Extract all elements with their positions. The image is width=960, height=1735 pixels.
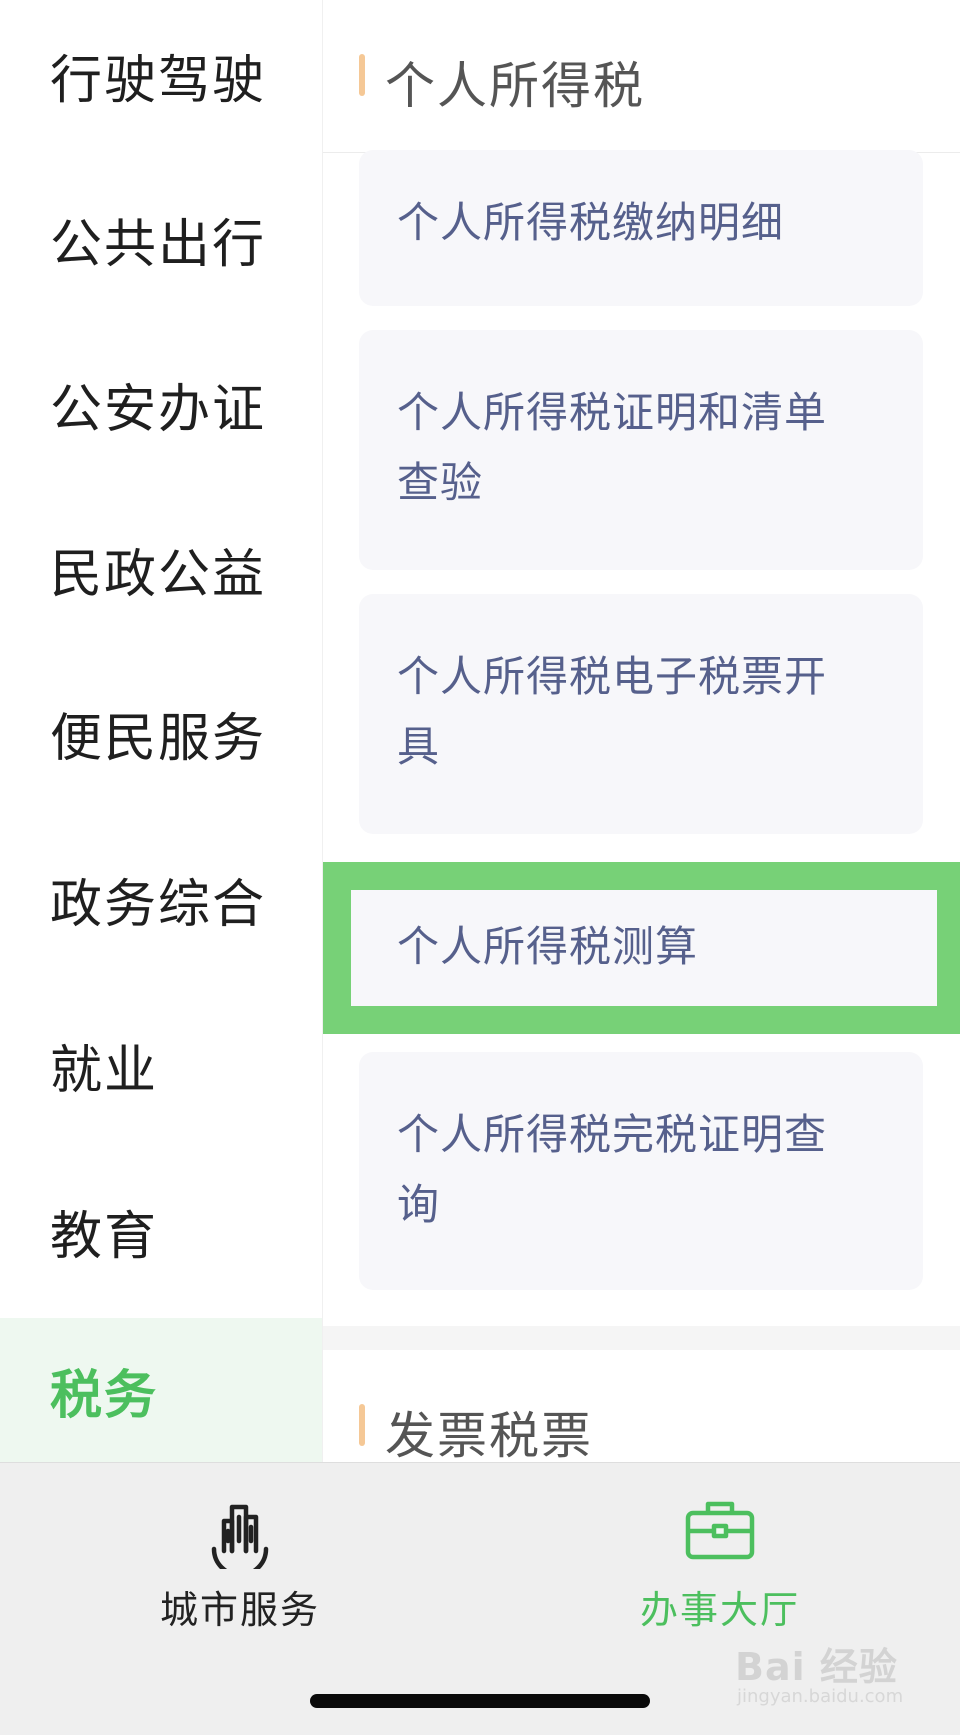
section-title: 发票税票 <box>385 1407 593 1462</box>
screen: 行驶驾驶 公共出行 公安办证 民政公益 便民服务 政务综合 就业 教育 税务 个… <box>0 0 960 1735</box>
tab-label: 城市服务 <box>159 1588 320 1632</box>
section-accent-bar <box>359 1404 365 1446</box>
city-buildings-icon <box>211 1504 269 1569</box>
service-item-tax-payment-details[interactable]: 个人所得税缴纳明细 <box>359 150 923 306</box>
sidebar-item-civil-affairs[interactable]: 民政公益 <box>0 498 322 640</box>
sidebar-item-label: 民政公益 <box>50 544 267 605</box>
baidu-jingyan-watermark: Bai 经验 jingyan.baidu.com <box>735 1636 935 1720</box>
service-item-tax-certificate-verification[interactable]: 个人所得税证明和清单查验 <box>359 330 923 570</box>
section-personal-income-tax: 个人所得税 个人所得税缴纳明细 个人所得税证明和清单查验 个人所得税电子税票开具… <box>323 0 960 1326</box>
section-invoices: 发票税票 <box>323 1350 960 1462</box>
sidebar-item-education[interactable]: 教育 <box>0 1160 322 1302</box>
sidebar-item-employment[interactable]: 就业 <box>0 994 322 1136</box>
sidebar-item-police-certificates[interactable]: 公安办证 <box>0 333 322 475</box>
section-accent-bar <box>359 54 365 96</box>
section-title: 个人所得税 <box>385 57 645 115</box>
tab-city-services[interactable]: 城市服务 <box>90 1493 390 1643</box>
sidebar-item-label: 就业 <box>50 1040 159 1101</box>
section-header: 个人所得税 <box>323 0 960 153</box>
sidebar-item-label: 公安办证 <box>50 379 267 440</box>
sidebar-item-label: 教育 <box>50 1206 159 1267</box>
sidebar-item-label: 税务 <box>50 1365 159 1426</box>
service-item-electronic-tax-receipt[interactable]: 个人所得税电子税票开具 <box>359 594 923 834</box>
home-indicator[interactable] <box>310 1694 650 1708</box>
service-item-tax-calculation[interactable]: 个人所得税测算 <box>351 890 937 1006</box>
service-item-label: 个人所得税缴纳明细 <box>397 198 785 247</box>
sidebar-item-label: 政务综合 <box>50 874 267 935</box>
sidebar-item-taxation[interactable]: 税务 <box>0 1318 322 1462</box>
tab-service-hall[interactable]: 办事大厅 <box>570 1493 870 1643</box>
sidebar-item-public-transit[interactable]: 公共出行 <box>0 168 322 310</box>
sidebar-item-label: 便民服务 <box>50 708 267 769</box>
sidebar-item-convenience-services[interactable]: 便民服务 <box>0 662 322 804</box>
briefcase-icon <box>685 1501 755 1560</box>
category-sidebar: 行驶驾驶 公共出行 公安办证 民政公益 便民服务 政务综合 就业 教育 税务 <box>0 0 323 1462</box>
sidebar-item-label: 公共出行 <box>50 214 267 275</box>
sidebar-item-government-affairs[interactable]: 政务综合 <box>0 828 322 970</box>
service-list-panel: 个人所得税 个人所得税缴纳明细 个人所得税证明和清单查验 个人所得税电子税票开具… <box>323 0 960 1462</box>
highlight-box: 个人所得税测算 <box>323 862 960 1034</box>
service-item-label: 个人所得税电子税票开具 <box>397 652 828 771</box>
service-item-label: 个人所得税完税证明查询 <box>397 1110 828 1229</box>
service-item-label: 个人所得税测算 <box>397 922 699 971</box>
sidebar-item-label: 行驶驾驶 <box>50 50 267 111</box>
service-item-tax-clearance-query[interactable]: 个人所得税完税证明查询 <box>359 1052 923 1290</box>
watermark-brand: Bai 经验 <box>735 1645 898 1689</box>
sidebar-item-driving[interactable]: 行驶驾驶 <box>0 4 322 146</box>
service-item-label: 个人所得税证明和清单查验 <box>397 388 828 507</box>
tab-label: 办事大厅 <box>639 1588 800 1632</box>
watermark-url: jingyan.baidu.com <box>737 1686 904 1707</box>
